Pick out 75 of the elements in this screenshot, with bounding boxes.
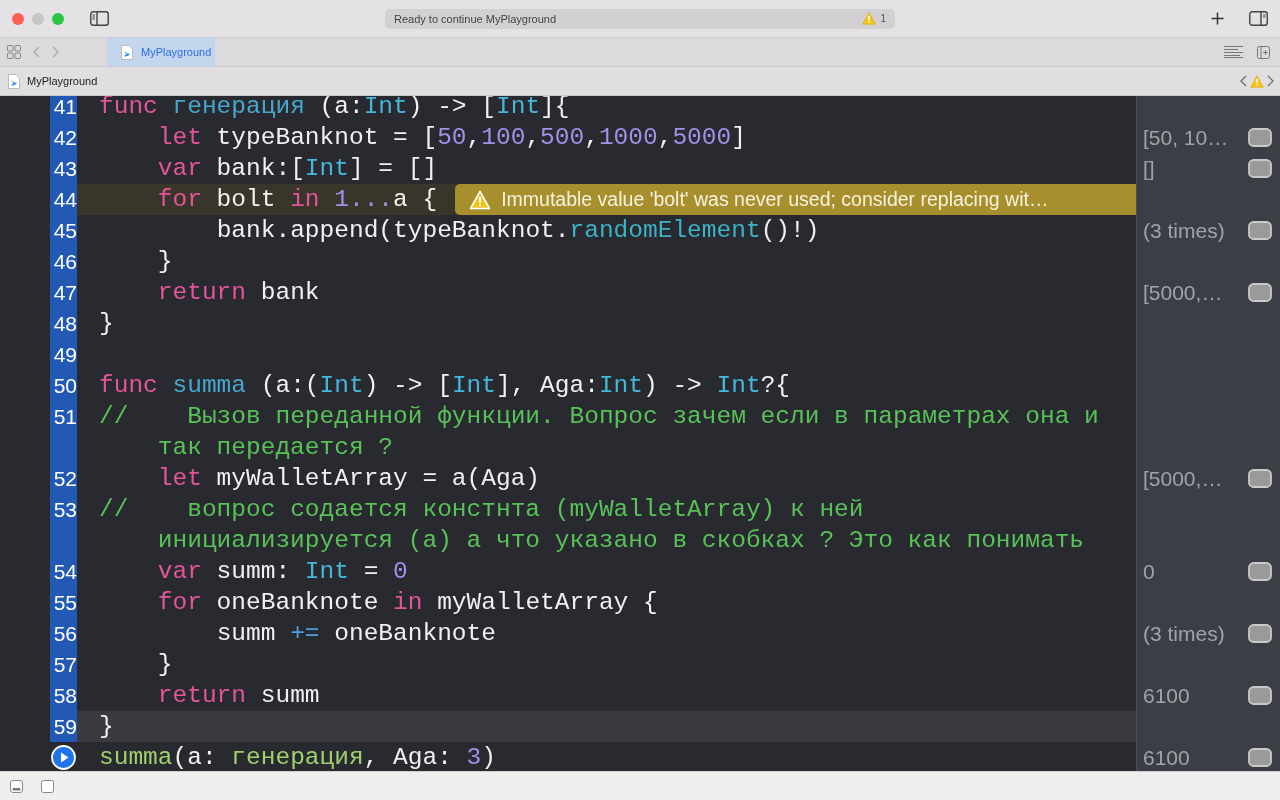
file-icon	[8, 73, 20, 89]
result-value: [5000,…	[1143, 280, 1224, 306]
result-value: (3 times)	[1143, 621, 1226, 647]
inspector-icon[interactable]	[1249, 11, 1268, 26]
result-value: [50, 10…	[1143, 125, 1230, 151]
code-line: bank.append(typeBanknot.randomElement()!)	[215, 216, 820, 246]
sidebar-icon[interactable]	[90, 11, 109, 26]
quick-look-icon[interactable]	[1248, 562, 1272, 581]
line-number: 55	[53, 590, 77, 616]
quick-look-icon[interactable]	[1248, 624, 1272, 643]
code-line: for oneBanknote in myWalletArray {	[156, 588, 658, 618]
line-number: 46	[53, 249, 77, 275]
code-line: let myWalletArray = a(Aga)	[156, 464, 541, 494]
quick-look-icon[interactable]	[1248, 686, 1272, 705]
line-number: 57	[53, 652, 77, 678]
code-line: }	[156, 247, 173, 277]
code-line: summa(a: генерация, Aga: 3)	[99, 743, 496, 771]
quick-look-icon[interactable]	[1248, 748, 1272, 767]
warning-icon	[862, 12, 877, 25]
line-number: 53	[53, 497, 77, 523]
result-value: 6100	[1143, 683, 1191, 709]
code-line: var bank:[Int] = []	[156, 154, 438, 184]
code-line: func summa (a:(Int) -> [Int], Aga:Int) -> Int?{	[99, 371, 791, 401]
line-number: 50	[53, 373, 77, 399]
code-line: // Вызов переданной функции. Вопрос зачем если в параметрах она и так передается ?	[99, 402, 1100, 463]
result-value: 6100	[1143, 745, 1191, 771]
quick-look-icon[interactable]	[1248, 159, 1272, 178]
file-icon	[121, 44, 133, 60]
line-number: 43	[53, 156, 77, 182]
line-number: 59	[53, 714, 77, 740]
next-issue-icon[interactable]	[1267, 75, 1274, 87]
line-number: 51	[53, 404, 77, 430]
line-number: 44	[53, 187, 77, 213]
code-line: }	[99, 309, 115, 339]
result-value: []	[1143, 156, 1156, 182]
code-line: var summ: Int = 0	[156, 557, 408, 587]
warning-icon	[1250, 74, 1264, 88]
code-line: func генерация (a:Int) -> [Int]{	[99, 96, 570, 122]
quick-look-icon[interactable]	[1248, 283, 1272, 302]
line-number: 58	[53, 683, 77, 709]
code-line: for bolt in 1...a {	[156, 185, 438, 215]
line-number: 49	[53, 342, 77, 368]
line-number: 42	[53, 125, 77, 151]
result-value: (3 times)	[1143, 218, 1226, 244]
add-editor-icon[interactable]	[1257, 45, 1270, 59]
line-number: 56	[53, 621, 77, 647]
checkbox-icon[interactable]	[41, 779, 54, 793]
plus-icon[interactable]	[1211, 12, 1224, 25]
warning-icon	[469, 189, 492, 210]
code-line: // вопрос содается констнта (myWalletArray) к ней инициализируется (а) а что указано в скобках ? Это как понимать	[99, 495, 1086, 556]
jump-bar-item[interactable]: MyPlayground	[8, 73, 98, 89]
result-value: 0	[1143, 559, 1156, 585]
quick-look-icon[interactable]	[1248, 128, 1272, 147]
warning-banner: Immutable value 'bolt' was never used; consider replacing wit…	[455, 184, 1136, 215]
code-line: return bank	[156, 278, 320, 308]
quick-look-icon[interactable]	[1248, 221, 1272, 240]
result-value: [5000,…	[1143, 466, 1224, 492]
line-number: 41	[53, 96, 77, 120]
quick-look-icon[interactable]	[1248, 469, 1272, 488]
code-line: summ += oneBanknote	[215, 619, 496, 649]
code-line: return summ	[156, 681, 320, 711]
line-number: 47	[53, 280, 77, 306]
run-button[interactable]	[51, 745, 76, 770]
code-line: }	[99, 712, 115, 742]
line-number: 45	[53, 218, 77, 244]
line-number: 54	[53, 559, 77, 585]
debug-area-icon[interactable]	[10, 779, 23, 793]
activity-status-field: Ready to continue MyPlayground 1	[385, 8, 895, 29]
line-number: 48	[53, 311, 77, 337]
lines-icon[interactable]	[1224, 46, 1243, 58]
code-line: let typeBanknot = [50,100,500,1000,5000]	[156, 123, 746, 153]
code-line: }	[156, 650, 173, 680]
previous-issue-icon[interactable]	[1240, 75, 1247, 87]
line-number: 52	[53, 466, 77, 492]
grid-icon[interactable]	[7, 45, 21, 59]
